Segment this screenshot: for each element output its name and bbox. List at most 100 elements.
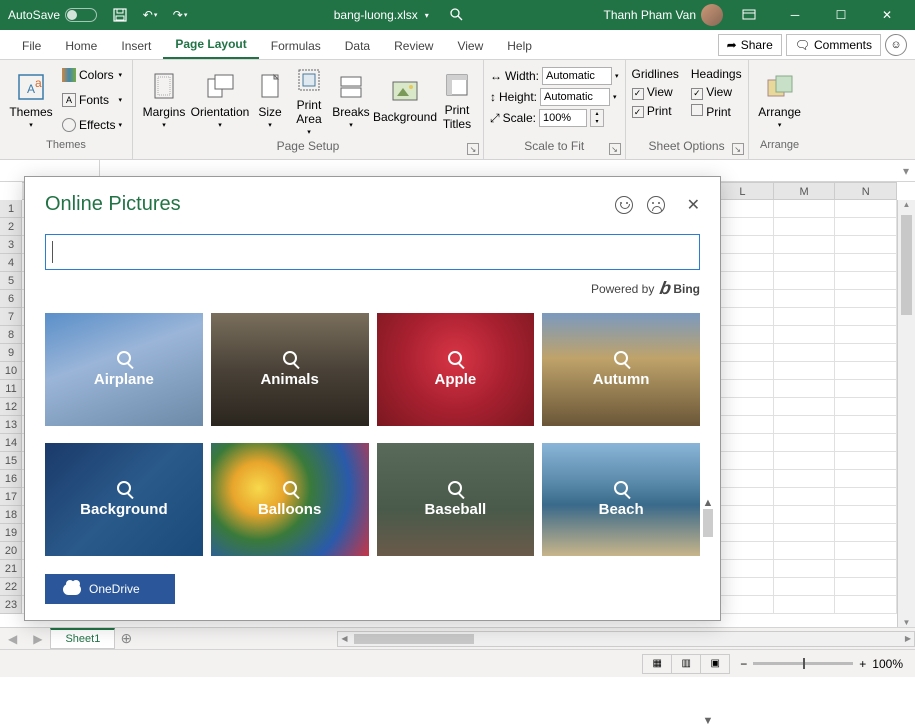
add-sheet-icon[interactable]: ⊕ <box>115 630 137 647</box>
share-button[interactable]: ➦Share <box>718 34 782 56</box>
cell[interactable] <box>835 344 897 362</box>
user-account[interactable]: Thanh Pham Van <box>603 4 723 26</box>
cell[interactable] <box>774 524 836 542</box>
feedback-icon[interactable]: ☺ <box>885 34 907 56</box>
cell[interactable] <box>712 488 774 506</box>
print-area-button[interactable]: Print Area▾ <box>289 64 329 136</box>
tab-data[interactable]: Data <box>333 33 382 59</box>
cell[interactable] <box>774 470 836 488</box>
print-titles-button[interactable]: Print Titles <box>437 64 477 136</box>
row-header[interactable]: 3 <box>0 236 22 254</box>
themes-button[interactable]: Aa Themes▾ <box>6 64 56 136</box>
cell[interactable] <box>835 272 897 290</box>
cell[interactable] <box>712 344 774 362</box>
close-icon[interactable]: ✕ <box>867 1 907 29</box>
feedback-happy-icon[interactable] <box>615 196 633 214</box>
minimize-icon[interactable]: ─ <box>775 1 815 29</box>
zoom-level[interactable]: 100% <box>872 657 903 671</box>
cell[interactable] <box>774 272 836 290</box>
cell[interactable] <box>835 524 897 542</box>
cell[interactable] <box>835 290 897 308</box>
feedback-sad-icon[interactable] <box>647 196 665 214</box>
row-header[interactable]: 7 <box>0 308 22 326</box>
cell[interactable] <box>835 506 897 524</box>
row-header[interactable]: 16 <box>0 470 22 488</box>
save-icon[interactable] <box>107 3 133 27</box>
dialog-close-icon[interactable]: ✕ <box>687 195 700 215</box>
tab-page-layout[interactable]: Page Layout <box>163 31 258 59</box>
ribbon-display-options-icon[interactable] <box>729 1 769 29</box>
cell[interactable] <box>835 470 897 488</box>
cell[interactable] <box>835 452 897 470</box>
toggle-icon[interactable] <box>65 8 97 22</box>
gridlines-print-checkbox[interactable]: ✓ Print <box>632 104 679 119</box>
sheet-tab[interactable]: Sheet1 <box>50 628 115 649</box>
gridlines-view-checkbox[interactable]: ✓ View <box>632 85 679 100</box>
zoom-in-icon[interactable]: + <box>859 657 866 671</box>
cell[interactable] <box>712 290 774 308</box>
cell[interactable] <box>835 578 897 596</box>
row-header[interactable]: 14 <box>0 434 22 452</box>
cell[interactable] <box>835 308 897 326</box>
cell[interactable] <box>712 452 774 470</box>
cell[interactable] <box>835 434 897 452</box>
autosave-toggle[interactable]: AutoSave <box>8 8 97 22</box>
category-animals[interactable]: Animals <box>211 313 369 426</box>
tab-formulas[interactable]: Formulas <box>259 33 333 59</box>
row-header[interactable]: 23 <box>0 596 22 614</box>
cell[interactable] <box>835 398 897 416</box>
cell[interactable] <box>835 560 897 578</box>
category-autumn[interactable]: Autumn <box>542 313 700 426</box>
category-background[interactable]: Background <box>45 443 203 556</box>
tab-insert[interactable]: Insert <box>109 33 163 59</box>
cell[interactable] <box>712 560 774 578</box>
cell[interactable] <box>712 380 774 398</box>
horizontal-scrollbar[interactable] <box>337 631 915 647</box>
cell[interactable] <box>712 434 774 452</box>
tab-view[interactable]: View <box>445 33 495 59</box>
col-header[interactable]: L <box>712 183 774 199</box>
cell[interactable] <box>835 200 897 218</box>
cell[interactable] <box>774 578 836 596</box>
cell[interactable] <box>712 524 774 542</box>
comments-button[interactable]: 🗨Comments <box>786 34 881 56</box>
cell[interactable] <box>774 434 836 452</box>
row-header[interactable]: 13 <box>0 416 22 434</box>
maximize-icon[interactable]: ☐ <box>821 1 861 29</box>
cell[interactable] <box>774 200 836 218</box>
scroll-down-icon[interactable]: ▼ <box>703 715 714 727</box>
cell[interactable] <box>774 308 836 326</box>
row-header[interactable]: 19 <box>0 524 22 542</box>
dialog-scrollbar[interactable]: ▲ ▼ <box>700 497 716 727</box>
cell[interactable] <box>774 560 836 578</box>
row-header[interactable]: 10 <box>0 362 22 380</box>
cell[interactable] <box>835 380 897 398</box>
zoom-out-icon[interactable]: − <box>740 657 747 671</box>
cell[interactable] <box>712 254 774 272</box>
cell[interactable] <box>712 416 774 434</box>
row-header[interactable]: 9 <box>0 344 22 362</box>
redo-icon[interactable]: ↷▾ <box>167 3 193 27</box>
cell[interactable] <box>774 416 836 434</box>
category-balloons[interactable]: Balloons <box>211 443 369 556</box>
effects-button[interactable]: Effects▾ <box>58 114 126 136</box>
cell[interactable] <box>835 596 897 614</box>
tab-review[interactable]: Review <box>382 33 445 59</box>
row-header[interactable]: 4 <box>0 254 22 272</box>
page-setup-launcher-icon[interactable]: ↘ <box>467 143 479 155</box>
cell[interactable] <box>835 362 897 380</box>
cell[interactable] <box>774 326 836 344</box>
cell[interactable] <box>835 254 897 272</box>
search-input[interactable] <box>45 234 700 270</box>
background-button[interactable]: Background <box>373 64 437 136</box>
cell[interactable] <box>712 506 774 524</box>
cell[interactable] <box>712 308 774 326</box>
cell[interactable] <box>712 362 774 380</box>
cell[interactable] <box>774 380 836 398</box>
tab-help[interactable]: Help <box>495 33 544 59</box>
margins-button[interactable]: Margins▾ <box>139 64 189 136</box>
cell[interactable] <box>774 344 836 362</box>
row-header[interactable]: 2 <box>0 218 22 236</box>
sheet-options-launcher-icon[interactable]: ↘ <box>732 143 744 155</box>
row-header[interactable]: 15 <box>0 452 22 470</box>
